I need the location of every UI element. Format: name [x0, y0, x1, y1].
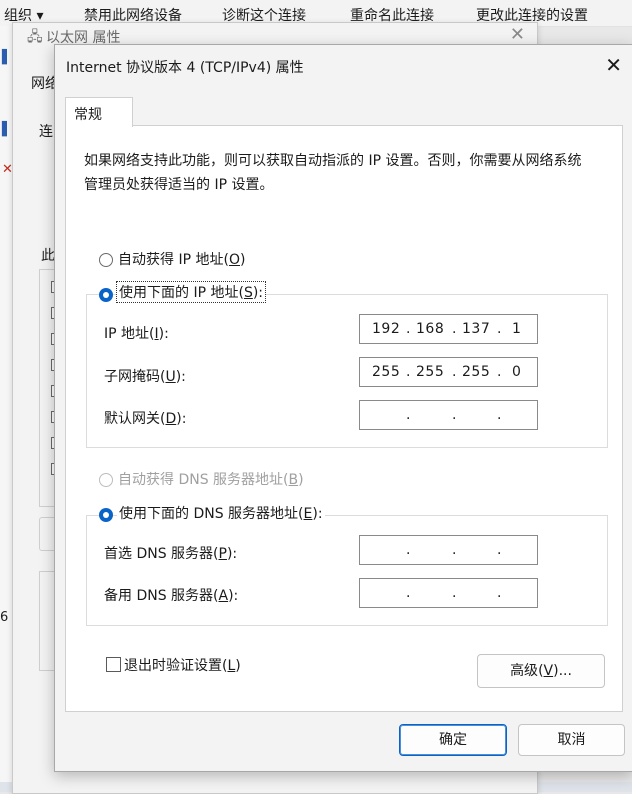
subnet-mask-field[interactable]: 255. 255. 255. 0 — [359, 357, 538, 387]
ip-address-field[interactable]: 192. 168. 137. 1 — [359, 314, 538, 344]
alternate-dns-field[interactable]: ... — [359, 578, 538, 608]
auto-dns-radio[interactable] — [99, 473, 113, 487]
preferred-dns-field[interactable]: ... — [359, 535, 538, 565]
alternate-dns-label: 备用 DNS 服务器(A): — [104, 588, 239, 604]
tab-general-label: 常规 — [74, 107, 102, 123]
general-tab-panel: 如果网络支持此功能，则可以获取自动指派的 IP 设置。否则，你需要从网络系统管理… — [65, 125, 623, 712]
advanced-button[interactable]: 高级(V)... — [477, 654, 605, 688]
preferred-dns-label: 首选 DNS 服务器(P): — [104, 546, 238, 562]
network-icon: ▌ — [2, 122, 12, 137]
dns-group — [86, 515, 608, 626]
validate-on-exit-checkbox[interactable] — [106, 657, 121, 672]
close-icon[interactable]: ✕ — [510, 24, 525, 45]
tab-general[interactable]: 常规 — [65, 97, 133, 127]
description-text: 如果网络支持此功能，则可以获取自动指派的 IP 设置。否则，你需要从网络系统管理… — [84, 153, 582, 193]
auto-ip-label[interactable]: 自动获得 IP 地址(O) — [118, 249, 245, 269]
validate-on-exit-label[interactable]: 退出时验证设置(L) — [124, 655, 241, 675]
cancel-button[interactable]: 取消 — [518, 724, 625, 756]
default-gateway-field[interactable]: ... — [359, 400, 538, 430]
left-digit: 6 — [0, 610, 9, 625]
auto-ip-radio[interactable] — [99, 253, 113, 267]
auto-dns-label[interactable]: 自动获得 DNS 服务器地址(B) — [118, 469, 304, 489]
manual-dns-label[interactable]: 使用下面的 DNS 服务器地址(E): — [117, 503, 325, 523]
manual-ip-label[interactable]: 使用下面的 IP 地址(S): — [115, 281, 267, 303]
items-label: 此 — [41, 248, 55, 264]
ipv4-properties-dialog: Internet 协议版本 4 (TCP/IPv4) 属性 ✕ 常规 如果网络支… — [54, 44, 632, 772]
close-icon[interactable]: ✕ — [605, 53, 622, 77]
manual-ip-radio[interactable] — [99, 288, 113, 302]
dialog-title: Internet 协议版本 4 (TCP/IPv4) 属性 — [66, 60, 304, 76]
network-icon: ▌ — [2, 50, 12, 65]
network-adapter-icon: 🖧 — [27, 29, 43, 45]
gateway-label: 默认网关(D): — [104, 411, 187, 427]
subnet-mask-label: 子网掩码(U): — [104, 369, 186, 385]
manual-dns-radio[interactable] — [99, 508, 113, 522]
connect-using-label: 连 — [39, 124, 53, 140]
ok-button[interactable]: 确定 — [399, 724, 507, 756]
ip-address-label: IP 地址(I): — [104, 326, 169, 342]
